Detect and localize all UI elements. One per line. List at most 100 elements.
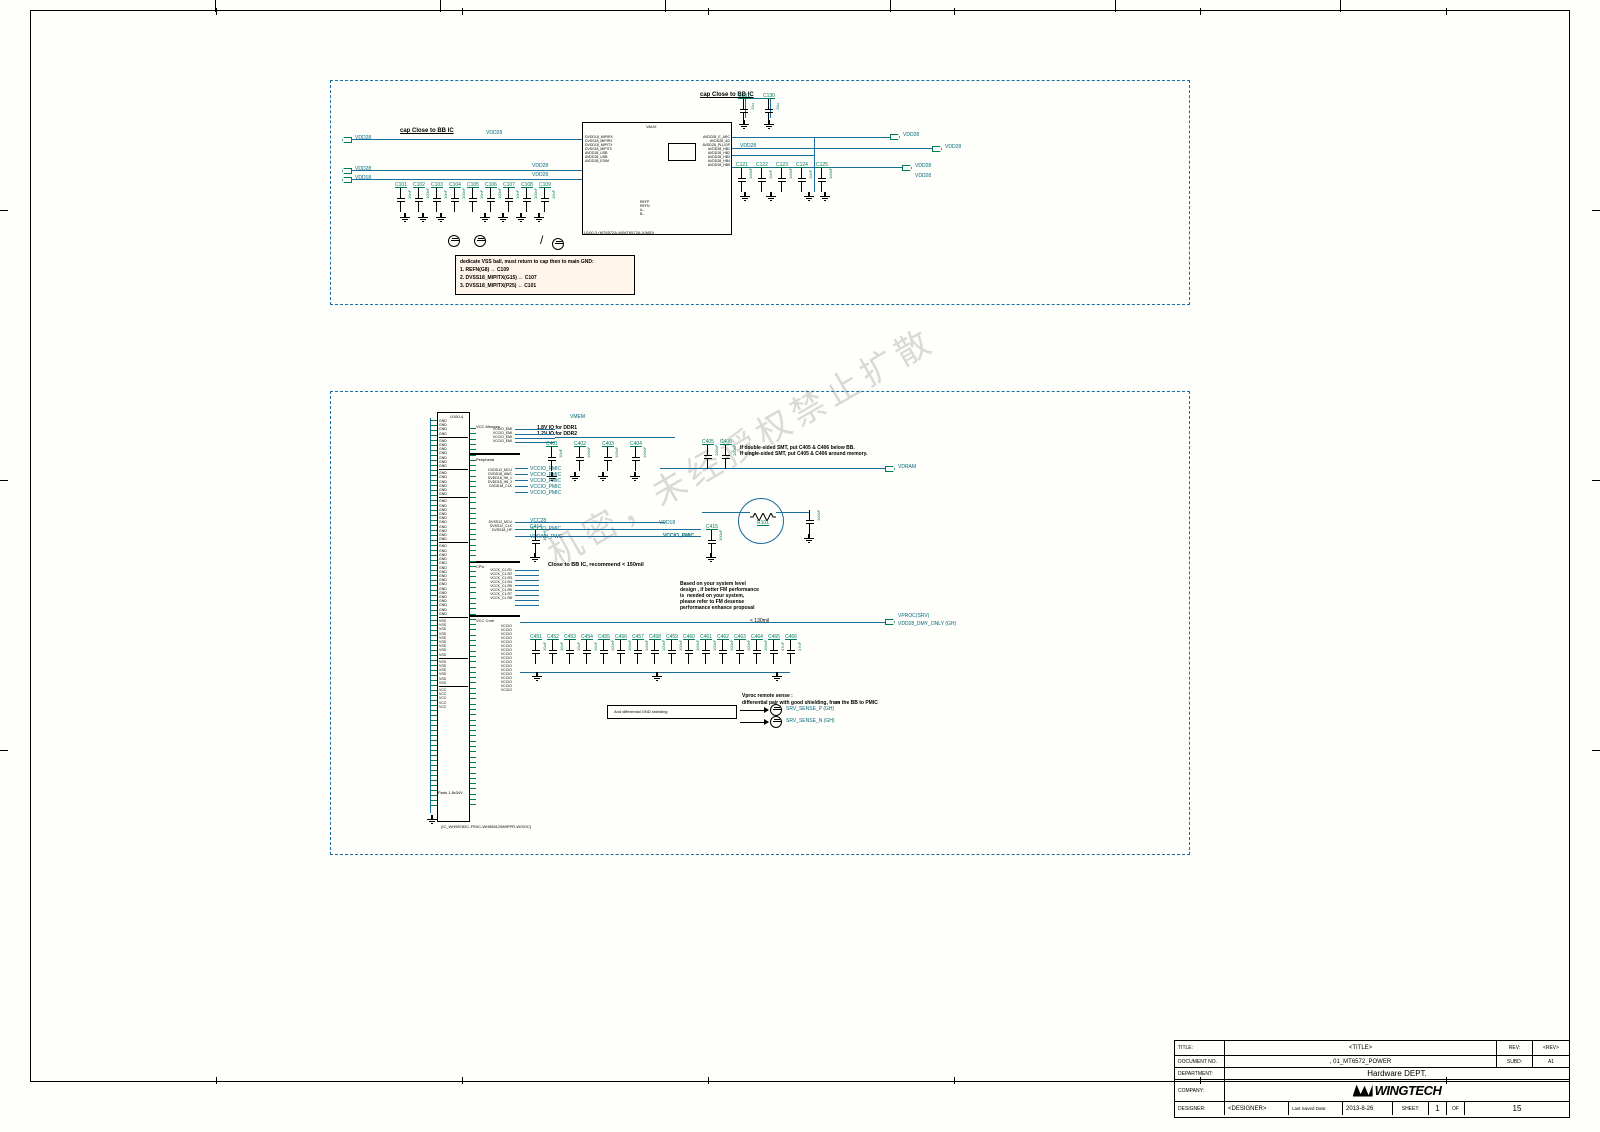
tb-title: <TITLE> xyxy=(1225,1041,1497,1055)
net-vmem: VMEM xyxy=(570,414,585,420)
note-dedicate-vss: dedicate VSS ball, must return to cap th… xyxy=(455,255,635,295)
cap-C405: 100nF xyxy=(704,445,712,469)
tb-title-lab: TITLE: xyxy=(1175,1041,1225,1055)
net-vdd18-l3: VDD18 xyxy=(355,175,371,181)
refdes-C459: C459 xyxy=(666,634,678,640)
lbl-vcccore: VCC Core xyxy=(476,618,494,623)
refdes-C464: C464 xyxy=(751,634,763,640)
cap-C456: 100nF xyxy=(617,640,625,664)
refdes-C125: C125 xyxy=(816,162,828,168)
refdes-C102: C102 xyxy=(413,182,425,188)
net-r3: VDD28 xyxy=(915,163,931,169)
cap-C401: 10uF xyxy=(548,447,556,471)
srv-p: SRV_SENSE_P (GH) xyxy=(786,706,834,712)
cap-C414: 100nF xyxy=(532,530,540,554)
diff-gnd-text: And differential GND shielding xyxy=(614,709,742,714)
tb-doc-lab: DOCUMENT NO. xyxy=(1175,1056,1225,1067)
lbl-peripheral: Peripheral xyxy=(476,457,494,462)
tb-date-lab: Last Saved Date: xyxy=(1289,1102,1343,1115)
cap-C103: 10nF xyxy=(433,188,441,212)
note-vproc: Vproc remote sense :differential pair wi… xyxy=(742,693,878,707)
refdes-C104: C104 xyxy=(449,182,461,188)
refdes-C456: C456 xyxy=(615,634,627,640)
cap-C124: 10nF xyxy=(798,168,806,192)
cap-C457: 100nF xyxy=(634,640,642,664)
cap-C453: 10uF xyxy=(566,640,574,664)
refdes-C103: C103 xyxy=(431,182,443,188)
net-vproc: VPROC(SRV) xyxy=(898,613,929,619)
refdes-C108: C108 xyxy=(521,182,533,188)
tb-designer: <DESIGNER> xyxy=(1225,1102,1289,1115)
net-vdram: VDRAM xyxy=(898,464,916,470)
refdes-C453: C453 xyxy=(564,634,576,640)
cap-C460: 100nF xyxy=(685,640,693,664)
net-vdd28-l1: VDD28 xyxy=(355,135,371,141)
cap-C122: 10nF xyxy=(758,168,766,192)
refdes-C403: C403 xyxy=(602,441,614,447)
refdes-C404: C404 xyxy=(630,441,642,447)
net-r5: VDD28 xyxy=(740,143,756,149)
tb-sheet-of: OF xyxy=(1447,1102,1465,1115)
refdes-C415: C415 xyxy=(706,524,718,530)
ic-top-ref: U100-3 (MT6572A-W/MT6572A-X/M/D) xyxy=(584,230,654,235)
refdes-C405: C405 xyxy=(702,439,714,445)
ic-top-pins-left: DVDD18_MIPIRXDVSS18_MIPIRXDVDD18_MIPITXD… xyxy=(585,135,613,163)
refdes-C414: C414 xyxy=(530,524,542,530)
refdes-C121: C121 xyxy=(736,162,748,168)
tb-rev: <REV> xyxy=(1533,1041,1569,1055)
refdes-C124: C124 xyxy=(796,162,808,168)
n-sig-4: VDD18 xyxy=(659,520,675,526)
lbl-pads: Pads 1.8z34V xyxy=(438,790,463,795)
cap-C109: 10nF xyxy=(541,188,549,212)
refdes-C101: C101 xyxy=(395,182,407,188)
wingtech-logo: WINGTECH xyxy=(1353,1083,1442,1098)
refdes-C455: C455 xyxy=(598,634,610,640)
ref-r101: R101 xyxy=(757,520,769,526)
ic-top-heading: VAUX xyxy=(646,124,657,129)
cap-C402: 100nF xyxy=(576,447,584,471)
refdes-C457: C457 xyxy=(632,634,644,640)
ref-top-net2: VDD28 xyxy=(532,163,548,169)
tb-doc: , 01_MT6572_POWER xyxy=(1225,1056,1497,1067)
cap-C415: 100nF xyxy=(708,530,716,554)
cap-C125: 100nF xyxy=(818,168,826,192)
note-fm: Based on your system level design , if b… xyxy=(680,581,759,611)
cap-C130: 10u xyxy=(765,99,773,123)
cap-C404: 100nF xyxy=(632,447,640,471)
cap-C121: 100nF xyxy=(738,168,746,192)
refdes-C454: C454 xyxy=(581,634,593,640)
ref-top-net3: VDD28 xyxy=(532,172,548,178)
tb-dept: Hardware DEPT. xyxy=(1225,1068,1569,1079)
ref-top-net1: VDD28 xyxy=(486,130,502,136)
ic-top-pins-mid: REFPREFNA...B... xyxy=(640,200,650,216)
note-io: 1.8V IO for DDR1 1.2V IO for DDR2 xyxy=(537,425,577,437)
refdes-C458: C458 xyxy=(649,634,661,640)
cap-C108: 100nF xyxy=(523,188,531,212)
cap-C451: 10uF xyxy=(532,640,540,664)
net-vproc-dmy: VDD28_DMY_ONLY (GH) xyxy=(898,621,956,627)
n-vccio-5: VCCIO_PMIC xyxy=(530,490,561,496)
tb-designer-lab: DESIGNER: xyxy=(1175,1102,1225,1115)
note-smt: If double-sided SMT, put C405 & C406 bel… xyxy=(740,445,867,457)
refdes-C401: C401 xyxy=(546,441,558,447)
dense-gnd-bus: GNDGNDGNDGNDGNDGNDGNDGNDGNDGNDGNDGNDGNDG… xyxy=(437,418,470,816)
refdes-C466: C466 xyxy=(785,634,797,640)
refdes-C465: C465 xyxy=(768,634,780,640)
cap-C131: 10u xyxy=(740,99,748,123)
logo-text: WINGTECH xyxy=(1375,1083,1442,1098)
tb-sheet-cur: 1 xyxy=(1429,1102,1447,1115)
refdes-C406: C406 xyxy=(720,439,732,445)
cap-C463: 100nF xyxy=(736,640,744,664)
refdes-C451: C451 xyxy=(530,634,542,640)
note-close: Close to BB IC, recommend < 150mil xyxy=(548,562,644,568)
refdes-C402: C402 xyxy=(574,441,586,447)
refdes-C130: C130 xyxy=(763,93,775,99)
refdes-C109: C109 xyxy=(539,182,551,188)
refdes-C107: C107 xyxy=(503,182,515,188)
net-r4: VDD28 xyxy=(915,173,931,179)
cap-C459: 100nF xyxy=(668,640,676,664)
cap-C123: 100nF xyxy=(778,168,786,192)
cap-C465: 47nF xyxy=(770,640,778,664)
net-vdd28-l2: VDD28 xyxy=(355,166,371,172)
titleblock: TITLE: <TITLE> REV: <REV> DOCUMENT NO. ,… xyxy=(1174,1040,1570,1118)
